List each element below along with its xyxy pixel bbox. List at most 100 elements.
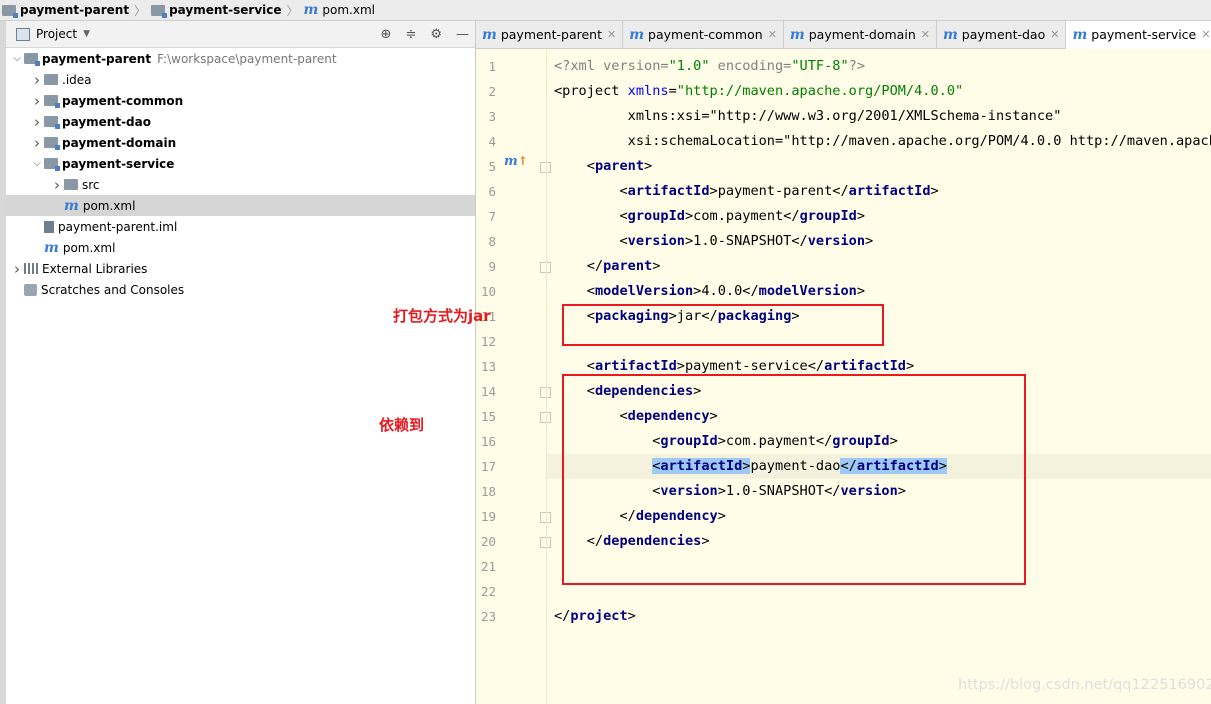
tree-item[interactable]: › External Libraries [6, 258, 479, 279]
scratches-icon [24, 283, 37, 296]
code-line[interactable]: </parent> [554, 254, 661, 279]
module-folder-icon [24, 53, 40, 66]
folder-icon [44, 74, 58, 85]
tree-item[interactable]: › .idea [6, 69, 499, 90]
breadcrumb-item[interactable]: m pom.xml [302, 3, 377, 17]
chevron-down-icon[interactable]: ⌵ [30, 158, 44, 169]
module-marker-icon [55, 145, 60, 150]
tree-item[interactable]: › src [6, 174, 519, 195]
breadcrumb-separator-icon: 〉 [134, 3, 147, 18]
maven-m-icon: m [482, 26, 497, 43]
tree-item[interactable]: payment-parent.iml [6, 216, 499, 237]
iml-file-icon [44, 220, 54, 233]
chevron-right-icon[interactable]: › [30, 134, 44, 152]
editor-tab[interactable]: m payment-common ✕ [623, 21, 784, 48]
code-line[interactable]: <artifactId>payment-parent</artifactId> [554, 179, 938, 204]
chevron-right-icon[interactable]: › [50, 176, 64, 194]
line-number: 2 [488, 84, 496, 99]
close-icon[interactable]: ✕ [768, 28, 777, 41]
module-folder-icon [44, 137, 60, 150]
tree-item[interactable]: › payment-domain [6, 132, 499, 153]
chevron-right-icon[interactable]: › [30, 71, 44, 89]
tree-item-label: External Libraries [42, 261, 148, 276]
tree-item[interactable]: ⌵ payment-parent F:\workspace\payment-pare… [6, 48, 479, 69]
tree-item-label: payment-parent.iml [58, 219, 178, 234]
code-line[interactable]: <project xmlns="http://maven.apache.org/… [554, 79, 963, 104]
tree-item[interactable]: › payment-common [6, 90, 499, 111]
project-view-selector[interactable]: Project ▼ [16, 27, 90, 41]
module-marker-icon [162, 12, 168, 18]
tab-label: payment-service [1091, 27, 1197, 42]
maven-m-icon: m [303, 2, 319, 18]
line-number: 9 [488, 259, 496, 274]
close-icon[interactable]: ✕ [921, 28, 930, 41]
chevron-right-icon[interactable]: › [30, 113, 44, 131]
project-tree: ⌵ payment-parent F:\workspace\payment-pare… [6, 48, 519, 704]
project-panel-title: Project [36, 27, 78, 41]
line-number: 3 [488, 109, 496, 124]
line-number: 8 [488, 234, 496, 249]
dependency-annotation: 依赖到 [379, 416, 425, 434]
code-line[interactable]: <modelVersion>4.0.0</modelVersion> [554, 279, 865, 304]
line-number: 14 [480, 384, 496, 399]
code-line[interactable]: xsi:schemaLocation="http://maven.apache.… [554, 129, 1211, 154]
tree-item-label: payment-service [62, 156, 175, 171]
code-line[interactable]: </project> [554, 604, 636, 629]
tree-item[interactable]: Scratches and Consoles [6, 279, 479, 300]
close-icon[interactable]: ✕ [1050, 28, 1059, 41]
minimize-icon[interactable]: — [456, 27, 469, 42]
breadcrumb-item[interactable]: payment-service [149, 3, 283, 18]
tree-item[interactable]: m pom.xml [6, 195, 519, 216]
chevron-right-icon[interactable]: › [10, 260, 24, 278]
dependencies-highlight-box [562, 374, 1026, 585]
chevron-right-icon[interactable]: › [30, 92, 44, 110]
module-folder-icon [44, 116, 60, 129]
maven-parent-gutter-icon[interactable]: m↑ [504, 154, 528, 169]
editor-tab[interactable]: m payment-domain ✕ [784, 21, 937, 48]
module-folder-icon [151, 4, 168, 18]
module-marker-icon [55, 103, 60, 108]
maven-m-icon: m [64, 197, 79, 214]
close-icon[interactable]: ✕ [607, 28, 616, 41]
tree-item[interactable]: ⌵ payment-service [6, 153, 499, 174]
editor-tab[interactable]: m payment-dao ✕ [937, 21, 1067, 48]
navigation-bar: payment-parent 〉 payment-service 〉 m pom.xml [0, 0, 1211, 21]
line-number: 18 [480, 484, 496, 499]
line-number: 20 [480, 534, 496, 549]
packaging-highlight-box [562, 304, 884, 346]
line-number: 19 [480, 509, 496, 524]
tab-label: payment-parent [500, 27, 602, 42]
line-number: 17 [480, 459, 496, 474]
maven-m-icon: m [942, 26, 958, 43]
project-panel-header: Project ▼ ⊕ ≑ ⚙ — [6, 21, 475, 48]
editor-tab[interactable]: m payment-service ✕ [1066, 21, 1211, 50]
collapse-icon[interactable]: ≑ [405, 27, 416, 42]
line-number: 10 [480, 284, 496, 299]
chevron-down-icon[interactable]: ⌵ [10, 53, 24, 64]
module-folder-icon [44, 158, 60, 171]
tree-item[interactable]: m pom.xml [6, 237, 499, 258]
code-line[interactable]: <groupId>com.payment</groupId> [554, 204, 865, 229]
code-line[interactable]: <version>1.0-SNAPSHOT</version> [554, 229, 873, 254]
module-marker-icon [55, 166, 60, 171]
gutter-separator [546, 49, 547, 704]
line-number: 7 [488, 209, 496, 224]
code-line[interactable]: <parent> [554, 154, 652, 179]
breadcrumb-label: pom.xml [322, 3, 375, 17]
code-line[interactable]: xmlns:xsi="http://www.w3.org/2001/XMLSch… [554, 104, 1062, 129]
module-marker-icon [35, 61, 40, 66]
editor-tabs: m payment-parent ✕ m payment-common ✕ m payment… [476, 21, 1211, 50]
gear-icon[interactable]: ⚙ [430, 27, 442, 42]
editor-tab[interactable]: m payment-parent ✕ [476, 21, 624, 48]
tree-item[interactable]: › payment-dao [6, 111, 499, 132]
watermark: https://blog.csdn.net/qq122516902 [958, 677, 1211, 693]
line-number: 13 [480, 359, 496, 374]
line-number: 21 [480, 559, 496, 574]
tree-item-label: .idea [62, 72, 92, 87]
close-icon[interactable]: ✕ [1201, 28, 1210, 41]
code-line[interactable]: <?xml version="1.0" encoding="UTF-8"?> [554, 54, 865, 79]
tree-item-label: payment-domain [62, 135, 177, 150]
target-icon[interactable]: ⊕ [381, 27, 392, 42]
breadcrumb-item[interactable]: payment-parent [0, 3, 131, 18]
maven-m-icon: m [629, 26, 645, 43]
